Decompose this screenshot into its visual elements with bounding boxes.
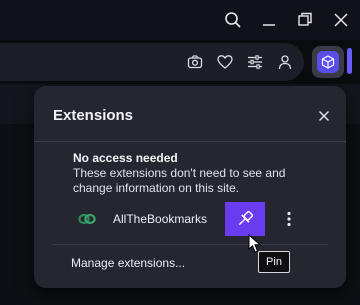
camera-icon <box>187 55 203 69</box>
close-icon <box>318 110 330 122</box>
pin-icon <box>238 210 254 226</box>
restore-button[interactable] <box>293 8 317 32</box>
section-description: These extensions don't need to see and c… <box>73 166 286 195</box>
divider <box>34 141 346 142</box>
link-chain-icon <box>78 211 96 227</box>
user-icon <box>278 55 292 70</box>
popup-close-button[interactable] <box>314 106 334 126</box>
extension-item[interactable]: AllTheBookmarks <box>34 202 346 236</box>
extension-name: AllTheBookmarks <box>113 212 208 226</box>
divider <box>52 244 328 245</box>
manage-extensions-link[interactable]: Manage extensions... <box>71 256 185 270</box>
sliders-icon <box>248 55 262 69</box>
extensions-icon-badge <box>317 51 339 73</box>
more-options-button[interactable] <box>281 209 297 229</box>
pin-button[interactable] <box>225 202 265 236</box>
search-icon <box>225 12 241 28</box>
snapshot-button[interactable] <box>185 52 205 72</box>
minimize-button[interactable] <box>257 8 281 32</box>
popup-title: Extensions <box>53 107 134 124</box>
search-button[interactable] <box>221 8 245 32</box>
minimize-icon <box>263 24 275 26</box>
close-icon <box>334 13 348 27</box>
more-vertical-icon <box>287 211 291 227</box>
window-close-button[interactable] <box>329 8 353 32</box>
bookmark-heart-button[interactable] <box>215 52 235 72</box>
pin-tooltip: Pin <box>258 251 290 273</box>
easy-setup-button[interactable] <box>245 52 265 72</box>
heart-icon <box>217 55 233 69</box>
extensions-popup: Extensions No access needed These extens… <box>34 86 346 288</box>
section-heading: No access needed <box>73 151 178 165</box>
sidebar-accent <box>347 48 352 74</box>
extensions-button[interactable] <box>312 46 344 78</box>
profile-button[interactable] <box>275 52 295 72</box>
cube-icon <box>321 55 335 69</box>
restore-icon <box>298 12 312 26</box>
